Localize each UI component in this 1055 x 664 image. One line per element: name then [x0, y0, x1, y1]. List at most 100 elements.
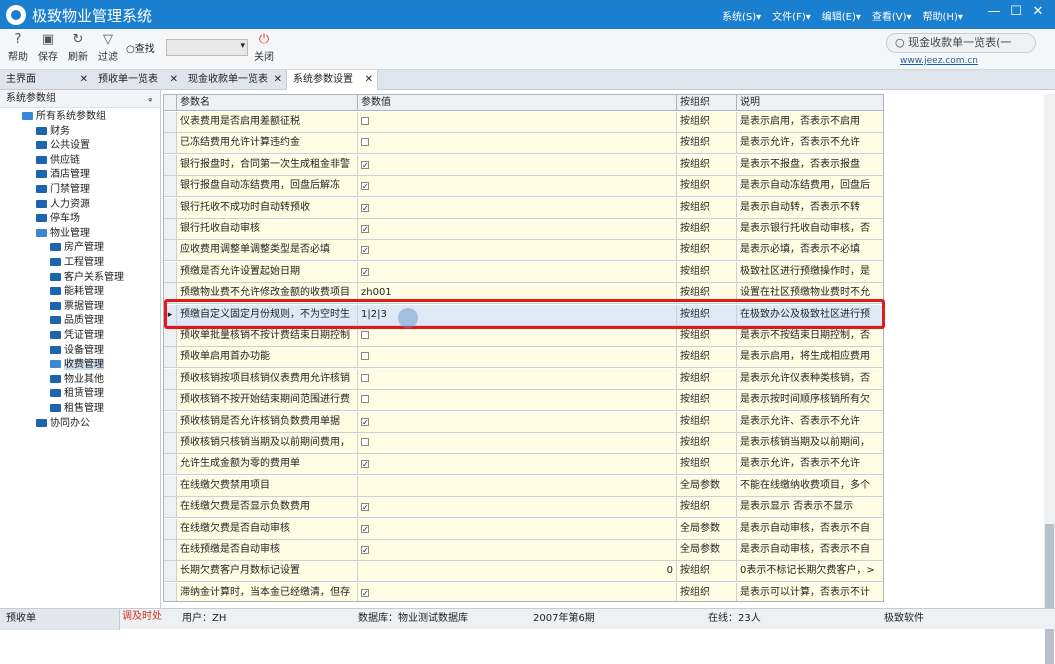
table-row[interactable]: 预收核销按项目核销仪表费用允许核销 按组织 是表示允许仪表种类核销，否 [164, 368, 883, 390]
tab-prepay-list[interactable]: 预收单一览表 ✕ [92, 70, 182, 90]
menu-view[interactable]: 查看(V)▾ [872, 8, 912, 23]
table-row[interactable]: 银行托收自动审核 ✓ 按组织 是表示银行托收自动审核，否 [164, 219, 883, 240]
param-value-cell[interactable] [358, 347, 677, 369]
param-value-cell[interactable] [358, 433, 677, 454]
row-indicator[interactable] [164, 454, 177, 476]
row-indicator[interactable] [164, 433, 177, 454]
table-row[interactable]: 仪表费用是否启用差额征税 按组织 是表示启用，否表示不启用 [164, 112, 883, 133]
row-indicator[interactable] [164, 368, 177, 390]
param-value-cell[interactable]: ✓ [358, 411, 677, 433]
table-row[interactable]: 预收核销不按开始结束期间范围进行费 按组织 是表示按时间顺序核销所有欠 [164, 390, 883, 412]
param-value-cell[interactable]: ✓ [358, 454, 677, 476]
row-indicator[interactable] [164, 475, 177, 497]
param-value-cell[interactable]: ✓ [358, 240, 677, 262]
menu-help[interactable]: 帮助(H)▾ [923, 8, 963, 23]
close-tab-icon[interactable]: ✕ [80, 70, 88, 89]
param-value-cell[interactable]: ✓ [358, 582, 677, 601]
close-icon[interactable]: ✕ [1027, 4, 1049, 19]
param-value-cell[interactable]: ✓ [358, 219, 677, 240]
scrollbar-thumb[interactable] [1045, 524, 1054, 664]
checked-checkbox[interactable]: ✓ [361, 460, 369, 469]
param-value-cell[interactable]: zh001 [358, 283, 677, 305]
tree-node[interactable]: 租售管理 [50, 402, 104, 416]
tree-node[interactable]: 财务 [36, 125, 70, 139]
checked-checkbox[interactable]: ✓ [361, 417, 369, 426]
row-indicator[interactable] [164, 261, 177, 283]
col-by-org[interactable]: 按组织 [677, 95, 737, 111]
table-row[interactable]: 在线预缴是否自动审核 ✓ 全局参数 是表示自动审核，否表示不自 [164, 540, 883, 561]
table-row[interactable]: 已冻结费用允许计算违约金 按组织 是表示允许，否表示不允许 [164, 133, 883, 155]
checked-checkbox[interactable]: ✓ [361, 588, 369, 597]
table-row[interactable]: 预收核销是否允许核销负数费用单据 ✓ 按组织 是表示允许、否表示不允许 [164, 411, 883, 433]
unchecked-checkbox[interactable] [361, 395, 369, 404]
param-value-cell[interactable]: ✓ [358, 497, 677, 519]
checked-checkbox[interactable]: ✓ [361, 182, 369, 191]
table-row[interactable]: 预收单启用首办功能 按组织 是表示启用，将生成相应费用 [164, 347, 883, 369]
unchecked-checkbox[interactable] [361, 331, 369, 339]
close-button[interactable]: ⏻ 关闭 [250, 32, 278, 63]
save-button[interactable]: ▣ 保存 [34, 32, 62, 63]
row-indicator[interactable] [164, 283, 177, 305]
table-row[interactable]: 长期欠费客户月数标记设置 0 按组织 0表示不标记长期欠费客户，> [164, 561, 883, 583]
tab-system-params[interactable]: 系统参数设置 ✕ [286, 70, 378, 90]
tree-node[interactable]: 所有系统参数组 [22, 110, 106, 124]
param-value-cell[interactable]: 0 [358, 561, 677, 583]
tree-node[interactable]: 房产管理 [50, 241, 104, 255]
tree-node[interactable]: 品质管理 [50, 314, 104, 328]
row-indicator[interactable] [164, 582, 177, 601]
table-row[interactable]: 滞纳金计算时，当本金已经缴清，但存 ✓ 按组织 是表示可以计算，否表示不计 [164, 582, 883, 601]
row-indicator[interactable] [164, 219, 177, 240]
row-indicator[interactable] [164, 326, 177, 347]
table-row[interactable]: 在线缴欠费是否显示负数费用 ✓ 按组织 是表示显示 否表示不显示 [164, 497, 883, 519]
status-alert[interactable]: 调及时处 [122, 607, 162, 628]
checked-checkbox[interactable]: ✓ [361, 267, 369, 276]
param-value-cell[interactable]: ✓ [358, 176, 677, 198]
tree-node[interactable]: 停车场 [36, 212, 80, 226]
table-row[interactable]: 在线缴欠费是否自动审核 ✓ 全局参数 是表示自动审核，否表示不自 [164, 518, 883, 540]
row-indicator[interactable] [164, 240, 177, 262]
table-row[interactable]: 允许生成金额为零的费用单 ✓ 按组织 是表示允许，否表示不允许 [164, 454, 883, 476]
tree-node[interactable]: 收费管理 [50, 358, 104, 372]
col-param-value[interactable]: 参数值 [358, 95, 677, 111]
tree-node[interactable]: 公共设置 [36, 139, 90, 153]
param-value-cell[interactable]: ✓ [358, 540, 677, 561]
unchecked-checkbox[interactable] [361, 117, 369, 125]
checked-checkbox[interactable]: ✓ [361, 246, 369, 255]
tree-node[interactable]: 物业管理 [36, 227, 90, 241]
find-select[interactable] [166, 39, 248, 56]
row-indicator[interactable] [164, 112, 177, 133]
filter-button[interactable]: ▽ 过滤 [94, 32, 122, 63]
row-indicator[interactable]: ▸ [164, 304, 177, 326]
param-value-cell[interactable] [358, 368, 677, 390]
unchecked-checkbox[interactable] [361, 352, 369, 361]
row-indicator[interactable] [164, 390, 177, 412]
row-indicator[interactable] [164, 411, 177, 433]
col-description[interactable]: 说明 [737, 95, 883, 111]
checked-checkbox[interactable]: ✓ [361, 546, 369, 555]
menu-file[interactable]: 文件(F)▾ [772, 8, 811, 23]
tree-node[interactable]: 物业其他 [50, 373, 104, 387]
param-value-cell[interactable]: ✓ [358, 197, 677, 219]
tree-node[interactable]: 客户关系管理 [50, 271, 124, 285]
row-indicator[interactable] [164, 133, 177, 155]
param-value-cell[interactable] [358, 326, 677, 347]
tree-node[interactable]: 门禁管理 [36, 183, 90, 197]
tree-node[interactable]: 租赁管理 [50, 387, 104, 401]
maximize-icon[interactable]: ☐ [1005, 4, 1027, 19]
menu-edit[interactable]: 编辑(E)▾ [822, 8, 861, 23]
table-row[interactable]: ▸ 预缴自定义固定月份规则，不为空时生 1|2|3 按组织 在极致办公及极致社区进行预 [164, 304, 883, 326]
table-row[interactable]: 预缴物业费不允许修改金额的收费项目 zh001 按组织 设置在社区预缴物业费时不允 [164, 283, 883, 305]
checked-checkbox[interactable]: ✓ [361, 225, 369, 234]
tree-node[interactable]: 人力资源 [36, 198, 90, 212]
row-indicator[interactable] [164, 176, 177, 198]
close-tab-icon[interactable]: ✕ [365, 70, 373, 89]
table-row[interactable]: 银行报盘自动冻结费用，回盘后解冻 ✓ 按组织 是表示自动冻结费用，回盘后 [164, 176, 883, 198]
table-row[interactable]: 预收核销只核销当期及以前期间费用， 按组织 是表示核销当期及以前期间， [164, 433, 883, 454]
tab-main[interactable]: 主界面 ✕ [0, 70, 92, 90]
close-tab-icon[interactable]: ✕ [170, 70, 178, 89]
row-indicator[interactable] [164, 197, 177, 219]
param-value-cell[interactable] [358, 133, 677, 155]
tab-cash-receipt-list[interactable]: 现金收款单一览表 ✕ [182, 70, 286, 90]
help-button[interactable]: ? 帮助 [4, 32, 32, 63]
row-indicator[interactable] [164, 154, 177, 176]
